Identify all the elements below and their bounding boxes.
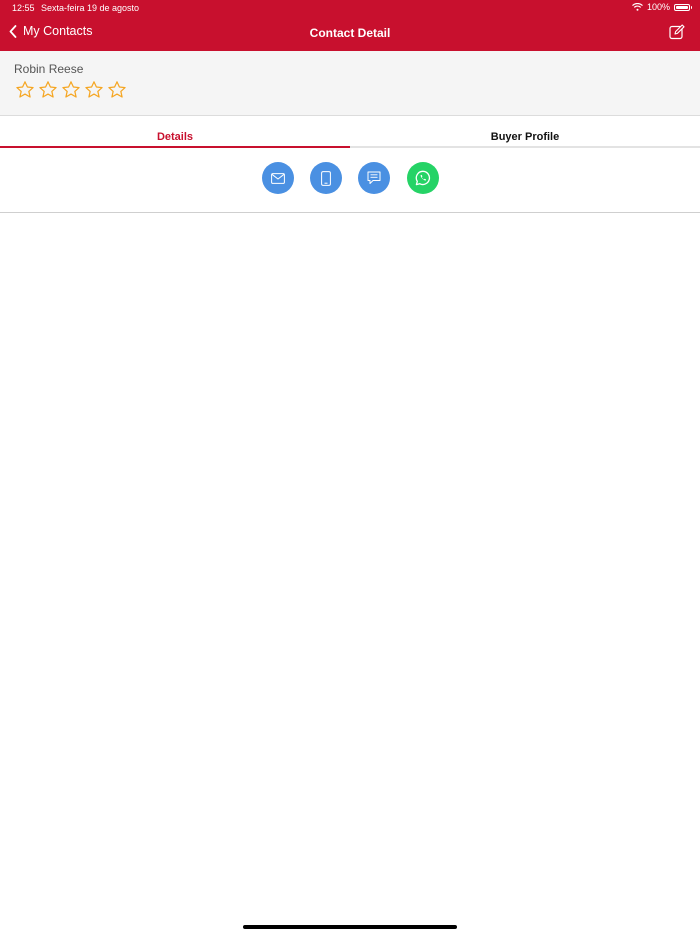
home-indicator — [243, 925, 457, 929]
email-icon — [271, 172, 285, 184]
wifi-icon — [632, 3, 643, 11]
tab-details[interactable]: Details — [0, 116, 350, 148]
battery-percent: 100% — [646, 2, 670, 12]
tab-bar: Details Buyer Profile — [0, 116, 700, 148]
star-icon[interactable] — [15, 80, 35, 100]
page-title: Contact Detail — [309, 26, 391, 40]
phone-icon — [321, 170, 331, 186]
star-icon[interactable] — [107, 80, 127, 100]
contact-header: Robin Reese — [0, 51, 700, 116]
message-icon — [367, 171, 381, 184]
status-right: 100% — [632, 2, 692, 12]
star-icon[interactable] — [84, 80, 104, 100]
app-header: 12:55 Sexta-feira 19 de agosto 100% My C… — [0, 0, 700, 51]
navigation-bar: My Contacts Contact Detail — [0, 16, 700, 51]
sms-button[interactable] — [358, 162, 390, 194]
whatsapp-button[interactable] — [407, 162, 439, 194]
phone-button[interactable] — [310, 162, 342, 194]
status-time: 12:55 — [12, 3, 35, 13]
edit-icon — [669, 24, 685, 40]
email-button[interactable] — [262, 162, 294, 194]
contact-name: Robin Reese — [14, 62, 84, 76]
contact-actions — [0, 148, 700, 213]
status-bar: 12:55 Sexta-feira 19 de agosto 100% — [0, 0, 700, 16]
status-date: Sexta-feira 19 de agosto — [41, 3, 140, 13]
star-icon[interactable] — [61, 80, 81, 100]
tab-buyer-profile[interactable]: Buyer Profile — [350, 116, 700, 148]
edit-button[interactable] — [669, 24, 685, 45]
star-icon[interactable] — [38, 80, 58, 100]
whatsapp-icon — [415, 170, 431, 186]
star-rating — [15, 80, 127, 100]
battery-icon — [674, 3, 692, 11]
